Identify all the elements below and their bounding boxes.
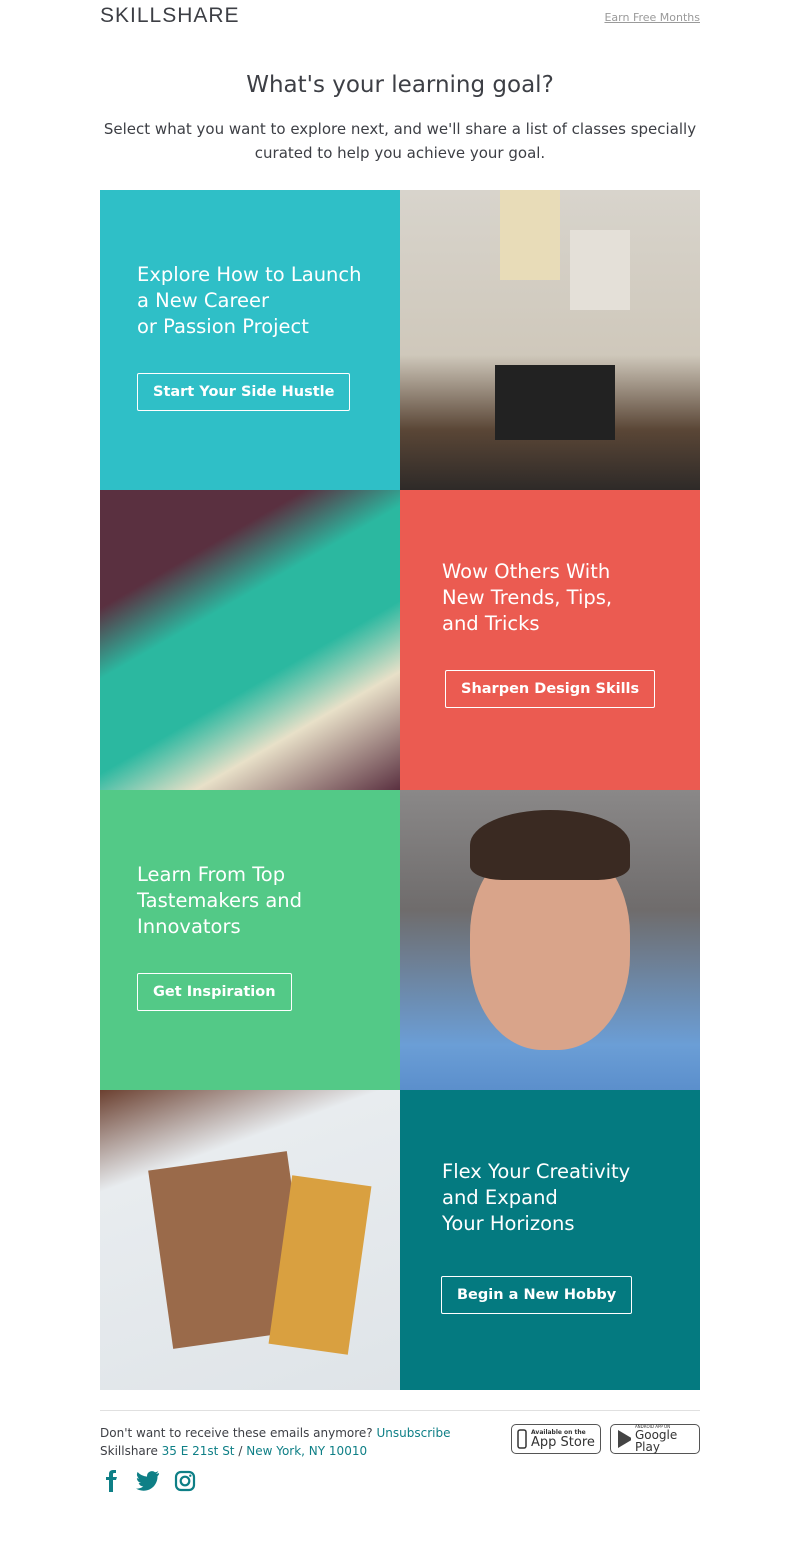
tile-heading: Flex Your Creativity and Expand Your Hor… bbox=[442, 1160, 631, 1235]
tile-heading: Explore How to Launch a New Career or Pa… bbox=[137, 263, 362, 338]
logo[interactable]: SKILLSHARE bbox=[100, 4, 240, 28]
begin-new-hobby-button[interactable]: Begin a New Hobby bbox=[441, 1276, 633, 1314]
separator: / bbox=[238, 1444, 243, 1458]
tile-design-skills: Wow Others With New Trends, Tips, and Tr… bbox=[400, 490, 700, 790]
twitter-icon[interactable] bbox=[136, 1470, 160, 1492]
studio-photo bbox=[400, 190, 700, 490]
unsubscribe-prompt: Don't want to receive these emails anymo… bbox=[100, 1426, 373, 1440]
get-inspiration-button[interactable]: Get Inspiration bbox=[137, 973, 292, 1011]
start-side-hustle-button[interactable]: Start Your Side Hustle bbox=[137, 373, 351, 411]
travel-photos-image bbox=[100, 1090, 400, 1390]
tile-new-hobby: Flex Your Creativity and Expand Your Hor… bbox=[400, 1090, 700, 1390]
goal-grid: Explore How to Launch a New Career or Pa… bbox=[100, 190, 700, 1390]
play-icon bbox=[618, 1430, 631, 1448]
divider bbox=[100, 1410, 700, 1411]
city-link[interactable]: New York, NY 10010 bbox=[246, 1444, 367, 1458]
unsubscribe-link[interactable]: Unsubscribe bbox=[376, 1426, 450, 1440]
portrait-photo bbox=[400, 790, 700, 1090]
tile-heading: Wow Others With New Trends, Tips, and Tr… bbox=[442, 560, 613, 635]
subtitle: Select what you want to explore next, an… bbox=[103, 120, 697, 162]
facebook-icon[interactable] bbox=[100, 1470, 122, 1492]
tile-side-hustle: Explore How to Launch a New Career or Pa… bbox=[100, 190, 400, 490]
tile-inspiration: Learn From Top Tastemakers and Innovator… bbox=[100, 790, 400, 1090]
instagram-icon[interactable] bbox=[174, 1470, 196, 1492]
city-illustration bbox=[100, 490, 400, 790]
google-play-badge[interactable]: ANDROID APP ON Google Play bbox=[610, 1424, 700, 1454]
sharpen-design-skills-button[interactable]: Sharpen Design Skills bbox=[445, 670, 656, 708]
street-link[interactable]: 35 E 21st St bbox=[162, 1444, 235, 1458]
page-title: What's your learning goal? bbox=[246, 72, 554, 98]
app-store-badge[interactable]: Available on the App Store bbox=[511, 1424, 601, 1454]
footer-text: Don't want to receive these emails anymo… bbox=[100, 1424, 450, 1460]
tile-heading: Learn From Top Tastemakers and Innovator… bbox=[137, 863, 303, 938]
badge-text: Google Play bbox=[634, 1428, 678, 1454]
social-links bbox=[100, 1470, 196, 1492]
header: SKILLSHARE Earn Free Months bbox=[100, 4, 700, 30]
phone-icon bbox=[517, 1429, 527, 1449]
company-name: Skillshare bbox=[100, 1444, 158, 1458]
earn-free-months-link[interactable]: Earn Free Months bbox=[604, 11, 700, 24]
badge-text: App Store bbox=[531, 1434, 595, 1450]
